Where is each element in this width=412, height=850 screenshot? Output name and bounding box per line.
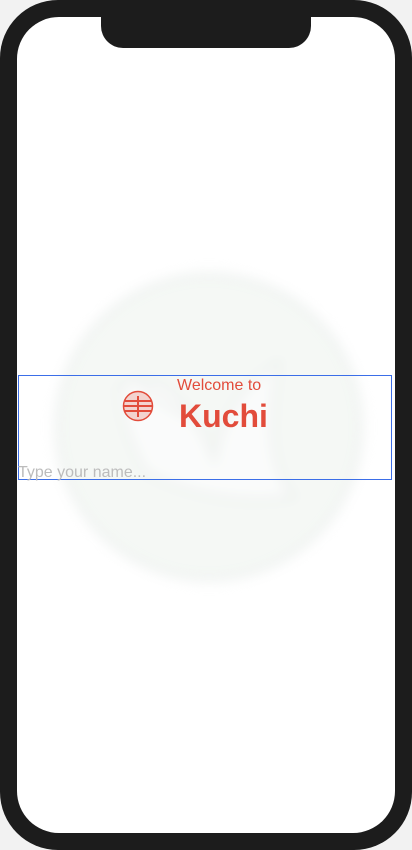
kuchi-mark-icon	[122, 390, 154, 422]
welcome-subtitle: Welcome to	[177, 377, 262, 394]
app-title: Kuchi	[179, 398, 268, 434]
device-notch	[101, 17, 311, 48]
app-screen: Welcome to Kuchi	[17, 17, 395, 833]
welcome-header: Welcome to Kuchi	[17, 376, 395, 438]
name-input[interactable]	[18, 463, 390, 483]
device-frame: Welcome to Kuchi	[0, 0, 412, 850]
